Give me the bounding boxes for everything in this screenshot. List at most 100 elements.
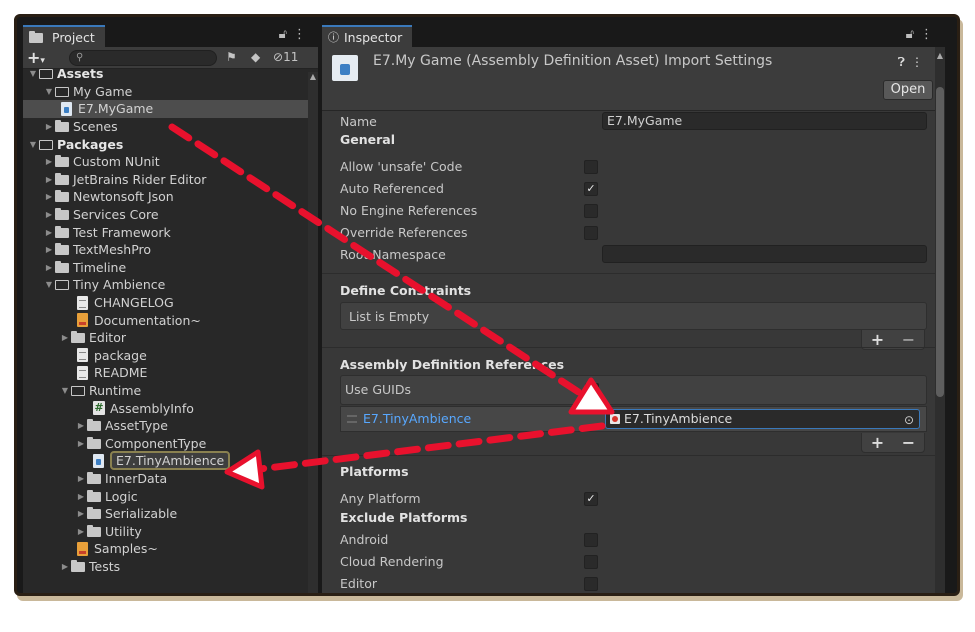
tree-item[interactable]: ▶ Scenes <box>23 118 308 136</box>
exclude-platform-checkbox[interactable] <box>584 555 598 569</box>
tree-item[interactable]: Samples~ <box>23 540 308 558</box>
general-option-checkbox[interactable]: ✓ <box>584 182 598 196</box>
tree-item[interactable]: ▶ Newtonsoft Json <box>23 188 308 206</box>
tree-item[interactable]: ▶ ComponentType <box>23 435 308 453</box>
general-option-label: Allow 'unsafe' Code <box>340 158 463 174</box>
tab-project[interactable]: Project <box>23 25 105 47</box>
tree-item-label: Assets <box>57 66 104 82</box>
expand-arrow-icon[interactable]: ▼ <box>59 386 71 395</box>
add-icon[interactable]: + <box>871 433 884 452</box>
tree-item[interactable]: CHANGELOG <box>23 294 308 312</box>
tree-item[interactable]: ▼ My Game <box>23 83 308 101</box>
open-button[interactable]: Open <box>883 80 933 100</box>
remove-icon[interactable]: − <box>902 433 915 452</box>
tree-item[interactable]: ▶ AssetType <box>23 417 308 435</box>
collapse-arrow-icon[interactable]: ▶ <box>75 474 87 483</box>
collapse-arrow-icon[interactable]: ▶ <box>43 157 55 166</box>
collapse-arrow-icon[interactable]: ▶ <box>43 122 55 131</box>
general-option-checkbox[interactable] <box>584 160 598 174</box>
expand-arrow-icon[interactable]: ▼ <box>27 69 39 78</box>
collapse-arrow-icon[interactable]: ▶ <box>59 333 71 342</box>
tree-item[interactable]: ▼ Assets <box>23 65 308 83</box>
expand-arrow-icon[interactable]: ▼ <box>43 280 55 289</box>
tree-item[interactable]: ▶ JetBrains Rider Editor <box>23 171 308 189</box>
use-guids-checkbox[interactable] <box>585 383 599 397</box>
use-guids-box: Use GUIDs <box>340 375 927 405</box>
folder-icon <box>87 419 101 432</box>
name-field[interactable]: E7.MyGame <box>602 112 927 130</box>
tree-item[interactable]: ▶ Editor <box>23 329 308 347</box>
filter-by-label-icon[interactable]: ◆ <box>251 50 260 64</box>
tree-item[interactable]: ▶ Tests <box>23 558 308 576</box>
reference-object-field[interactable]: E7.TinyAmbience ⊙ <box>605 409 920 429</box>
folder-icon <box>55 260 69 273</box>
assembly-references-heading: Assembly Definition References <box>340 357 565 372</box>
inspector-scrollbar[interactable]: ▲ <box>935 47 945 593</box>
tree-item[interactable]: README <box>23 364 308 382</box>
tree-item[interactable]: ▶ Test Framework <box>23 223 308 241</box>
scroll-up-arrow-icon[interactable]: ▲ <box>935 51 945 60</box>
collapse-arrow-icon[interactable]: ▶ <box>43 175 55 184</box>
tab-inspector[interactable]: ⓘ Inspector <box>322 25 413 47</box>
tree-item[interactable]: # AssemblyInfo <box>23 399 308 417</box>
collapse-arrow-icon[interactable]: ▶ <box>75 509 87 518</box>
tree-item[interactable]: ▶ Utility <box>23 523 308 541</box>
object-picker-icon[interactable]: ⊙ <box>904 411 914 429</box>
collapse-arrow-icon[interactable]: ▶ <box>43 245 55 254</box>
exclude-platform-checkbox[interactable] <box>584 577 598 591</box>
tree-item-label: Timeline <box>73 259 127 275</box>
tree-item[interactable]: ▶ Services Core <box>23 206 308 224</box>
collapse-arrow-icon[interactable]: ▶ <box>75 527 87 536</box>
hidden-packages-icon[interactable]: ⊘11 <box>273 50 298 64</box>
collapse-arrow-icon[interactable]: ▶ <box>59 562 71 571</box>
expand-arrow-icon[interactable]: ▼ <box>27 140 39 149</box>
tree-item[interactable]: Documentation~ <box>23 311 308 329</box>
folder-icon <box>87 436 101 449</box>
scroll-thumb[interactable] <box>936 87 944 397</box>
tree-item[interactable]: ▶ TextMeshPro <box>23 241 308 259</box>
general-option-checkbox[interactable] <box>584 226 598 240</box>
tree-item[interactable]: ▶ Custom NUnit <box>23 153 308 171</box>
tree-item-label: Utility <box>105 523 142 539</box>
search-input[interactable]: ⚲ <box>69 50 217 66</box>
drag-handle-icon[interactable] <box>347 415 357 423</box>
collapse-arrow-icon[interactable]: ▶ <box>43 192 55 201</box>
name-row: Name E7.MyGame <box>340 111 927 131</box>
filter-by-type-icon[interactable]: ⚑ <box>226 50 237 64</box>
exclude-platform-label: Android <box>340 531 389 547</box>
folder-icon <box>55 190 69 203</box>
collapse-arrow-icon[interactable]: ▶ <box>43 210 55 219</box>
editor-window: Project 🔓︎⋮ +▾ ⚲ ⚑ ◆ ⊘11 ▼ Assets ▼ My Game… <box>14 14 960 596</box>
assembly-definition-icon <box>610 414 620 424</box>
tree-item[interactable]: ▼ Tiny Ambience <box>23 276 308 294</box>
more-menu-icon[interactable]: ⋮ <box>920 27 939 42</box>
collapse-arrow-icon[interactable]: ▶ <box>43 263 55 272</box>
lock-icon[interactable]: 🔓︎ <box>279 27 293 42</box>
tree-item[interactable]: ▶ Serializable <box>23 505 308 523</box>
collapse-arrow-icon[interactable]: ▶ <box>75 421 87 430</box>
help-icon[interactable]: ❓︎ <box>898 55 911 69</box>
tree-item[interactable]: ▼ Packages <box>23 135 308 153</box>
tree-item-label: E7.TinyAmbience <box>110 451 231 471</box>
tree-item[interactable]: E7.TinyAmbience <box>23 451 308 471</box>
exclude-platform-checkbox[interactable] <box>584 533 598 547</box>
tree-item[interactable]: E7.MyGame <box>23 100 308 118</box>
tree-item[interactable]: ▼ Runtime <box>23 382 308 400</box>
collapse-arrow-icon[interactable]: ▶ <box>75 439 87 448</box>
project-scrollbar[interactable]: ▲ <box>308 72 318 593</box>
collapse-arrow-icon[interactable]: ▶ <box>43 228 55 237</box>
tree-item[interactable]: package <box>23 347 308 365</box>
expand-arrow-icon[interactable]: ▼ <box>43 87 55 96</box>
tree-item[interactable]: ▶ Logic <box>23 487 308 505</box>
general-option-checkbox[interactable] <box>584 204 598 218</box>
tree-item[interactable]: ▶ Timeline <box>23 259 308 277</box>
any-platform-checkbox[interactable]: ✓ <box>584 492 598 506</box>
lock-icon[interactable]: 🔓︎ <box>906 27 920 42</box>
settings-menu-icon[interactable]: ⋮ <box>911 55 929 69</box>
more-menu-icon[interactable]: ⋮ <box>293 27 312 42</box>
tree-item[interactable]: ▶ InnerData <box>23 470 308 488</box>
root-namespace-field[interactable] <box>602 245 927 263</box>
collapse-arrow-icon[interactable]: ▶ <box>75 492 87 501</box>
use-guids-label: Use GUIDs <box>345 382 411 397</box>
scroll-up-arrow-icon[interactable]: ▲ <box>308 72 318 81</box>
